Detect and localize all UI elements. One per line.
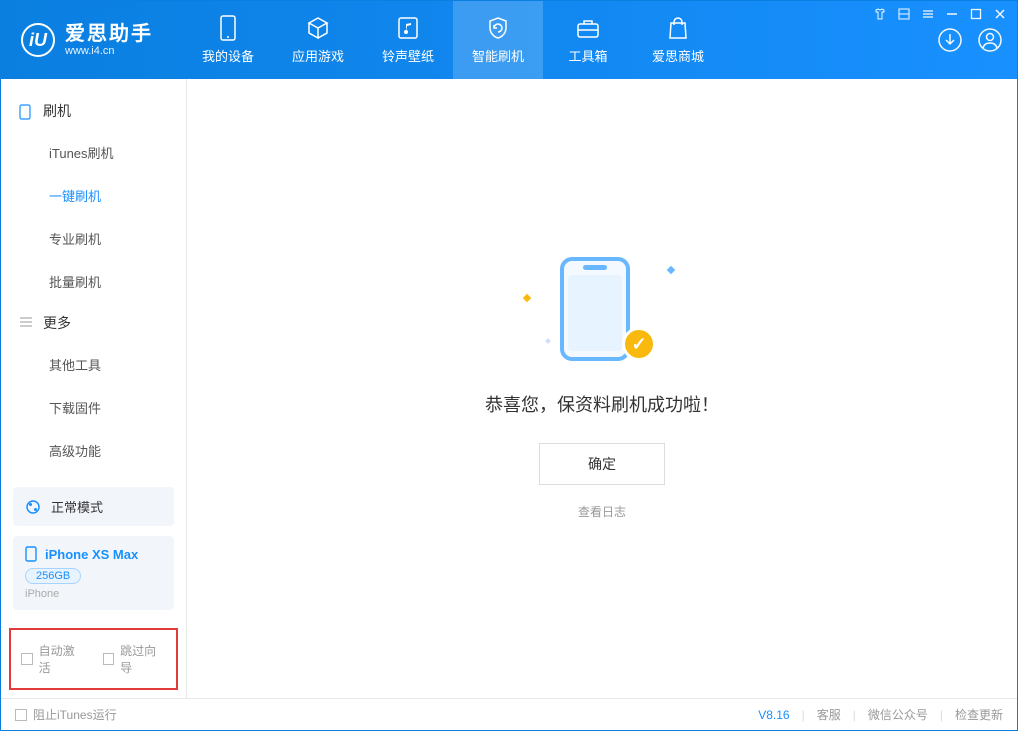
- nav-toolbox[interactable]: 工具箱: [543, 1, 633, 79]
- version-label: V8.16: [758, 708, 789, 722]
- sparkle-icon: [523, 294, 531, 302]
- nav-label: 我的设备: [202, 46, 254, 65]
- checkbox-icon: [103, 653, 115, 665]
- mode-icon: [25, 499, 41, 515]
- view-log-link[interactable]: 查看日志: [578, 503, 626, 520]
- nav-smart-flash[interactable]: 智能刷机: [453, 1, 543, 79]
- sidebar-group-more: 更多: [1, 303, 186, 343]
- sidebar-item-advanced[interactable]: 高级功能: [1, 429, 186, 472]
- nav-label: 应用游戏: [292, 46, 344, 65]
- phone-illustration-icon: [560, 257, 630, 361]
- music-note-icon: [396, 16, 420, 40]
- minimize-button[interactable]: [945, 7, 959, 21]
- refresh-shield-icon: [486, 16, 510, 40]
- app-title: 爱思助手: [65, 23, 153, 45]
- sidebar: 刷机 iTunes刷机 一键刷机 专业刷机 批量刷机 更多 其他工具 下载固件 …: [1, 79, 187, 698]
- sidebar-item-other-tools[interactable]: 其他工具: [1, 343, 186, 386]
- sparkle-icon: [667, 266, 675, 274]
- footer-link-wechat[interactable]: 微信公众号: [868, 706, 928, 723]
- lock-toggle-icon[interactable]: [897, 7, 911, 21]
- sparkle-icon: [545, 338, 551, 344]
- tshirt-icon[interactable]: [873, 7, 887, 21]
- option-label: 自动激活: [39, 642, 85, 676]
- phone-small-icon: [25, 546, 37, 562]
- maximize-button[interactable]: [969, 7, 983, 21]
- ok-button[interactable]: 确定: [539, 443, 665, 485]
- download-circle-icon[interactable]: [937, 27, 963, 53]
- nav-label: 铃声壁纸: [382, 46, 434, 65]
- sidebar-item-batch-flash[interactable]: 批量刷机: [1, 260, 186, 303]
- header-right: [937, 27, 1017, 53]
- sidebar-item-oneclick-flash[interactable]: 一键刷机: [1, 174, 186, 217]
- checkbox-icon: [15, 709, 27, 721]
- device-panel: 正常模式 iPhone XS Max 256GB iPhone: [1, 477, 186, 620]
- option-label: 跳过向导: [120, 642, 166, 676]
- sidebar-item-download-firmware[interactable]: 下载固件: [1, 386, 186, 429]
- phone-small-icon: [19, 104, 33, 118]
- body: 刷机 iTunes刷机 一键刷机 专业刷机 批量刷机 更多 其他工具 下载固件 …: [1, 79, 1017, 698]
- close-button[interactable]: [993, 7, 1007, 21]
- sidebar-item-pro-flash[interactable]: 专业刷机: [1, 217, 186, 260]
- option-skip-guide[interactable]: 跳过向导: [103, 642, 167, 676]
- footer-link-check-update[interactable]: 检查更新: [955, 706, 1003, 723]
- list-small-icon: [19, 316, 33, 330]
- nav-store[interactable]: 爱思商城: [633, 1, 723, 79]
- option-block-itunes[interactable]: 阻止iTunes运行: [15, 706, 117, 723]
- device-mode[interactable]: 正常模式: [13, 487, 174, 526]
- device-icon: [216, 16, 240, 40]
- device-type-label: iPhone: [25, 588, 162, 600]
- user-circle-icon[interactable]: [977, 27, 1003, 53]
- sidebar-group-title: 刷机: [43, 101, 71, 121]
- device-name-label: iPhone XS Max: [45, 547, 138, 562]
- checkbox-icon: [21, 653, 33, 665]
- option-label: 阻止iTunes运行: [33, 706, 117, 723]
- sidebar-item-itunes-flash[interactable]: iTunes刷机: [1, 131, 186, 174]
- nav-ringtones-wallpapers[interactable]: 铃声壁纸: [363, 1, 453, 79]
- sidebar-group-title: 更多: [43, 313, 71, 333]
- nav-my-device[interactable]: 我的设备: [183, 1, 273, 79]
- device-mode-label: 正常模式: [51, 497, 103, 516]
- success-message: 恭喜您，保资料刷机成功啦！: [485, 391, 719, 417]
- nav-label: 爱思商城: [652, 46, 704, 65]
- footer: 阻止iTunes运行 V8.16 | 客服 | 微信公众号 | 检查更新: [1, 698, 1017, 730]
- footer-link-support[interactable]: 客服: [817, 706, 841, 723]
- main-content: ✓ 恭喜您，保资料刷机成功啦！ 确定 查看日志: [187, 79, 1017, 698]
- top-nav: 我的设备 应用游戏 铃声壁纸 智能刷机 工具箱 爱思商城: [183, 1, 723, 79]
- app-subtitle: www.i4.cn: [65, 45, 153, 57]
- toolbox-icon: [576, 16, 600, 40]
- header: iU 爱思助手 www.i4.cn 我的设备 应用游戏 铃声壁纸 智能刷机: [1, 1, 1017, 79]
- nav-apps-games[interactable]: 应用游戏: [273, 1, 363, 79]
- checkmark-badge-icon: ✓: [622, 327, 656, 361]
- menu-icon[interactable]: [921, 7, 935, 21]
- device-capacity-badge: 256GB: [25, 568, 81, 584]
- success-illustration: ✓: [542, 257, 662, 367]
- logo: iU 爱思助手 www.i4.cn: [1, 23, 183, 57]
- sidebar-group-flash: 刷机: [1, 91, 186, 131]
- nav-label: 智能刷机: [472, 46, 524, 65]
- app-window: iU 爱思助手 www.i4.cn 我的设备 应用游戏 铃声壁纸 智能刷机: [0, 0, 1018, 731]
- window-controls: [873, 7, 1007, 21]
- cube-icon: [306, 16, 330, 40]
- option-auto-activate[interactable]: 自动激活: [21, 642, 85, 676]
- shopping-bag-icon: [666, 16, 690, 40]
- logo-icon: iU: [21, 23, 55, 57]
- highlighted-options: 自动激活 跳过向导: [9, 628, 178, 690]
- device-info[interactable]: iPhone XS Max 256GB iPhone: [13, 536, 174, 610]
- nav-label: 工具箱: [568, 46, 607, 65]
